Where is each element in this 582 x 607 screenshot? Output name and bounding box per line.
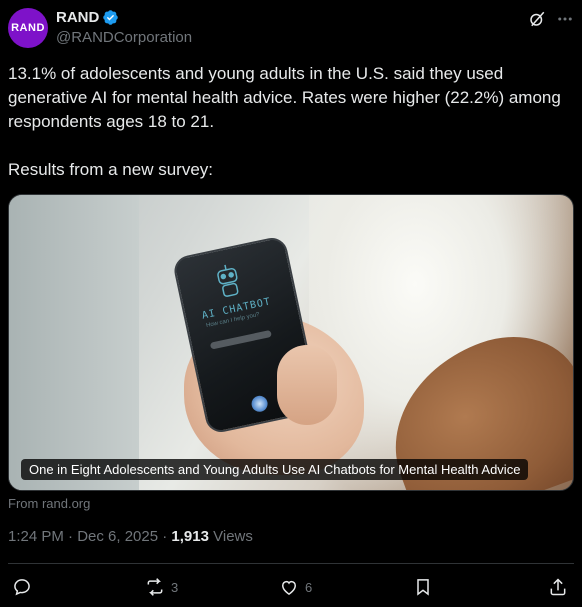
like-icon — [281, 580, 297, 595]
repost-count: 3 — [171, 579, 179, 595]
reply-button[interactable] — [12, 577, 32, 597]
name-row: RAND — [56, 9, 119, 26]
thumb — [277, 345, 337, 425]
share-button[interactable] — [548, 577, 568, 597]
timestamp[interactable]: 1:24 PM · Dec 6, 2025 · — [8, 528, 171, 545]
repost-button[interactable]: 3 — [145, 577, 178, 597]
phone-voice-orb — [250, 394, 270, 414]
link-card-image[interactable]: AI CHATBOT How can I help you? One in Ei… — [8, 194, 574, 491]
grok-icon[interactable] — [528, 10, 546, 28]
bookmark-button[interactable] — [413, 577, 433, 597]
like-button[interactable]: 6 — [279, 577, 312, 597]
tweet-header: RAND RAND @RANDCorporation — [8, 7, 574, 49]
handle[interactable]: @RANDCorporation — [56, 29, 192, 46]
avatar[interactable]: RAND — [8, 8, 48, 48]
reply-icon — [14, 579, 30, 596]
phone-input-bar — [209, 329, 272, 350]
background-window-frame — [9, 195, 139, 490]
views-count: 1,913 — [171, 528, 209, 545]
views-label: Views — [208, 528, 253, 545]
tweet-meta: 1:24 PM · Dec 6, 2025 · 1,913 Views — [8, 528, 253, 545]
verified-badge-icon — [103, 10, 119, 25]
repost-icon — [147, 578, 163, 596]
action-bar: 3 6 — [8, 572, 574, 604]
robot-icon — [217, 264, 239, 297]
card-source[interactable]: From rand.org — [8, 496, 90, 511]
share-icon — [550, 578, 566, 596]
divider — [8, 563, 574, 564]
display-name[interactable]: RAND — [56, 9, 99, 26]
card-caption[interactable]: One in Eight Adolescents and Young Adult… — [21, 459, 529, 480]
tweet-text: 13.1% of adolescents and young adults in… — [8, 64, 561, 179]
like-count: 6 — [305, 579, 313, 595]
more-icon[interactable] — [556, 10, 574, 28]
bookmark-icon — [417, 579, 429, 596]
